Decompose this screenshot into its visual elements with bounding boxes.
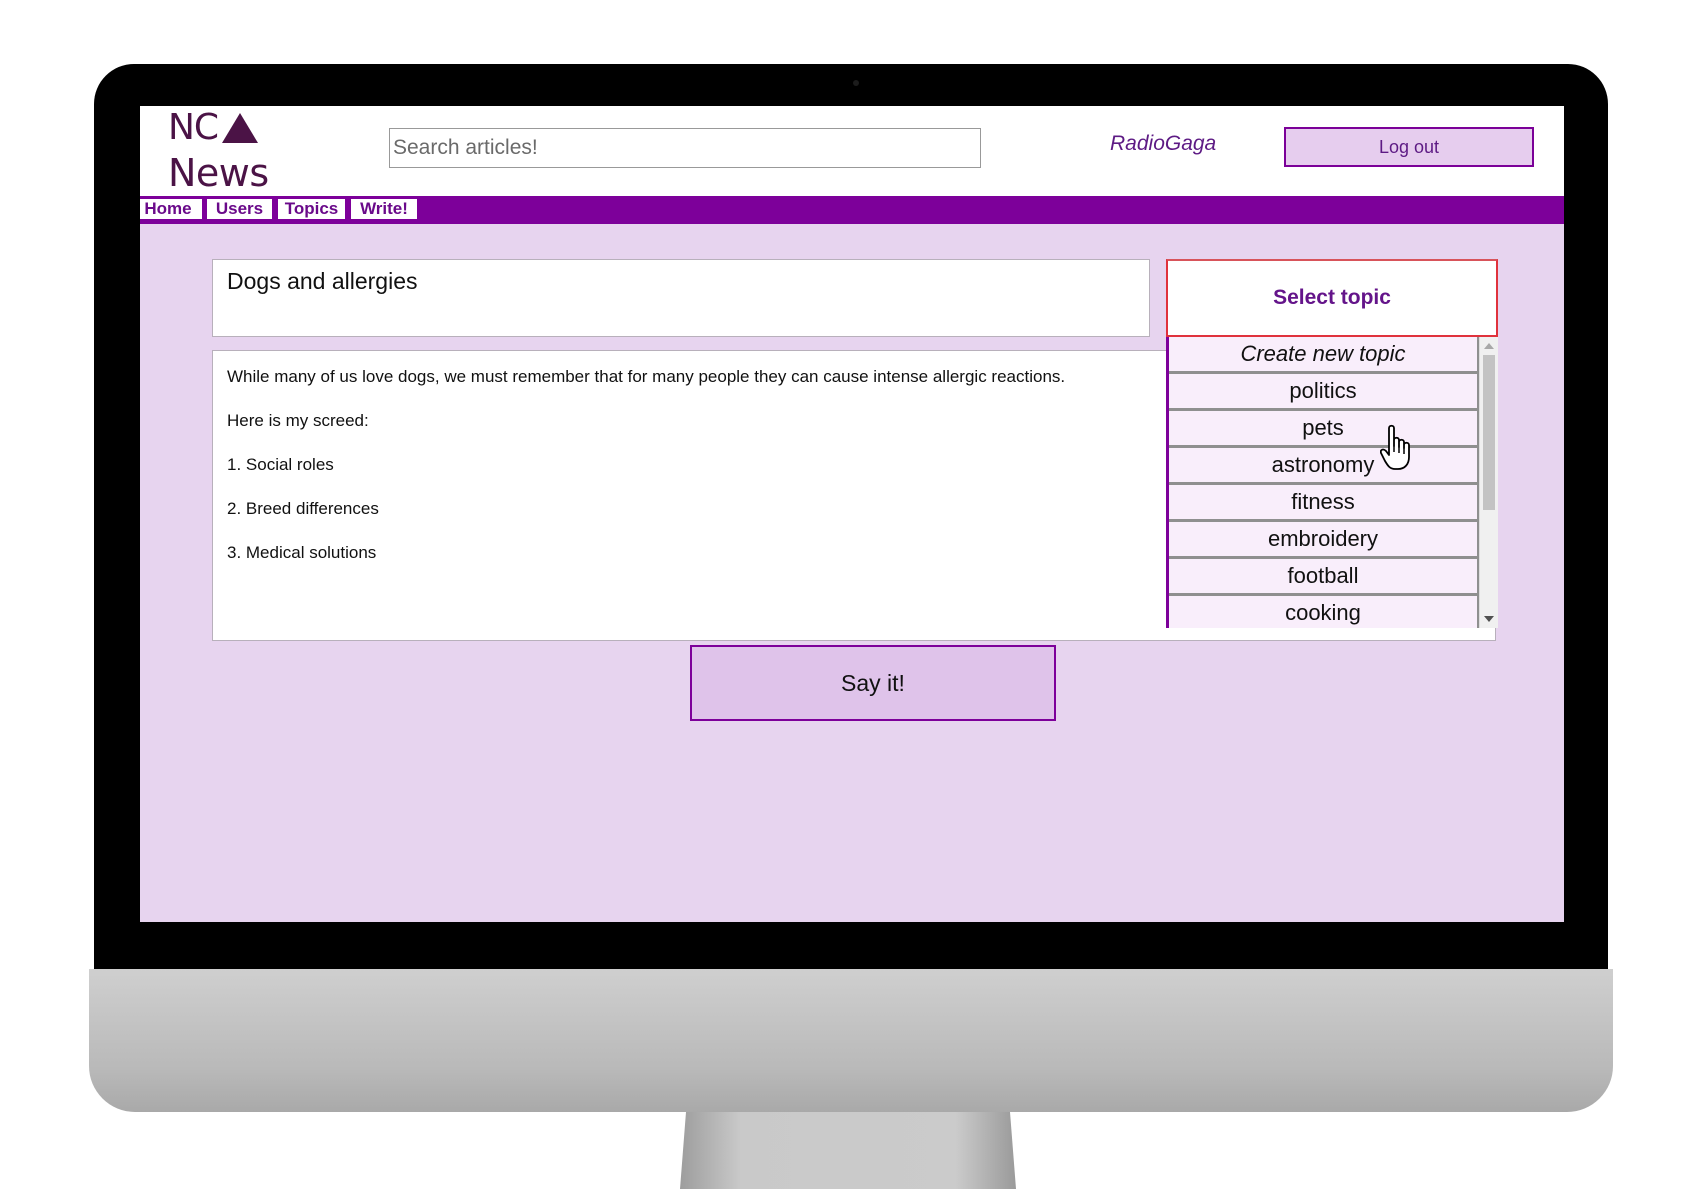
topic-option-cooking[interactable]: cooking xyxy=(1169,596,1480,628)
triangle-logo-icon xyxy=(222,113,259,143)
submit-article-button[interactable]: Say it! xyxy=(690,645,1056,721)
scroll-down-icon[interactable] xyxy=(1484,616,1494,622)
logo-text-top: NC xyxy=(168,107,219,148)
nav-topics[interactable]: Topics xyxy=(276,197,347,221)
nav-home[interactable]: Home xyxy=(140,197,204,221)
dropdown-scrollbar[interactable] xyxy=(1479,337,1498,628)
topic-option-politics[interactable]: politics xyxy=(1169,374,1480,411)
topic-dropdown-list: Create new topic politics pets astronomy… xyxy=(1166,337,1498,628)
search-input[interactable] xyxy=(389,128,981,168)
topic-option-astronomy[interactable]: astronomy xyxy=(1169,448,1480,485)
monitor-chin xyxy=(89,969,1613,1112)
topic-option-pets[interactable]: pets xyxy=(1169,411,1480,448)
app-screen: NC News RadioGaga Log out Home Users Top… xyxy=(140,106,1564,922)
topic-select[interactable]: Select topic xyxy=(1166,259,1498,337)
logout-button[interactable]: Log out xyxy=(1284,127,1534,167)
header: NC News RadioGaga Log out xyxy=(140,106,1564,196)
scroll-thumb[interactable] xyxy=(1483,355,1495,510)
article-title-field[interactable]: Dogs and allergies xyxy=(212,259,1150,337)
topic-option-embroidery[interactable]: embroidery xyxy=(1169,522,1480,559)
topic-option-football[interactable]: football xyxy=(1169,559,1480,596)
nav-users[interactable]: Users xyxy=(205,197,274,221)
nav-bar: Home Users Topics Write! xyxy=(140,196,1564,224)
logo-text-bottom: News xyxy=(168,151,269,195)
camera-dot xyxy=(853,80,859,86)
topic-option-fitness[interactable]: fitness xyxy=(1169,485,1480,522)
scroll-up-icon[interactable] xyxy=(1484,343,1494,349)
nav-write[interactable]: Write! xyxy=(349,197,419,221)
username[interactable]: RadioGaga xyxy=(1110,132,1216,156)
hand-pointer-icon xyxy=(1380,424,1410,470)
topic-option-create-new[interactable]: Create new topic xyxy=(1169,337,1480,374)
logo[interactable]: NC News xyxy=(168,107,269,195)
monitor-stand xyxy=(680,1112,1016,1189)
